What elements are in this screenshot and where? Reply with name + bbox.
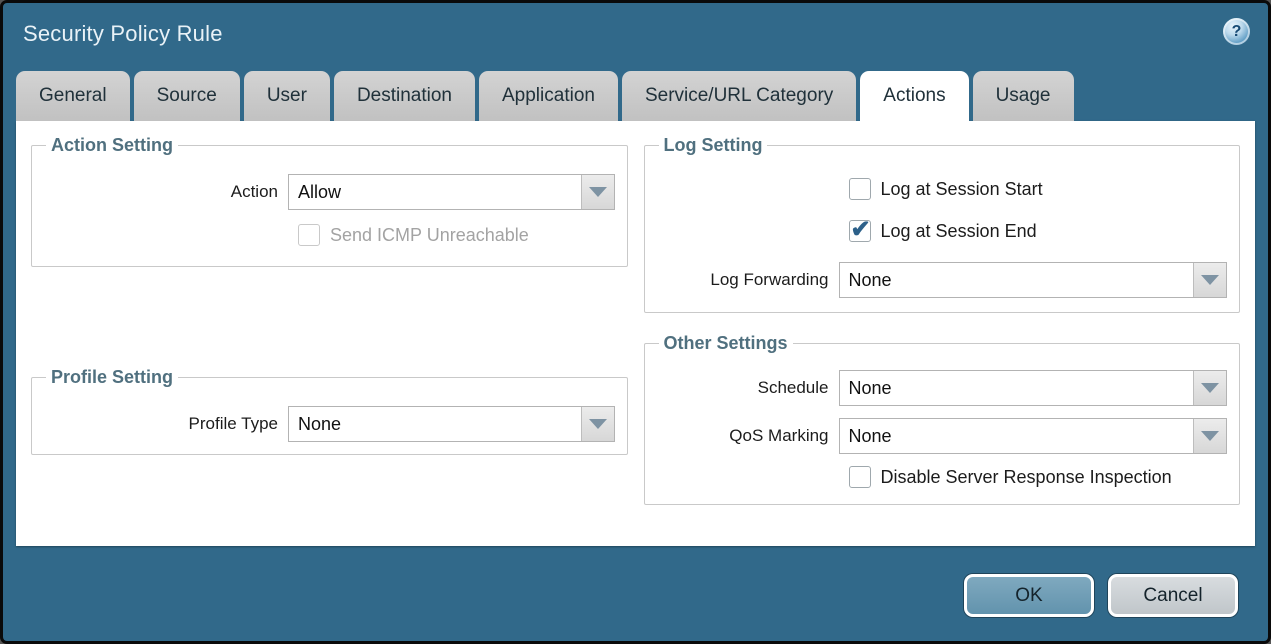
tab-source[interactable]: Source xyxy=(134,71,240,121)
action-dropdown-value: Allow xyxy=(289,175,581,209)
qos-marking-dropdown[interactable]: None xyxy=(839,418,1228,454)
chevron-down-icon xyxy=(1201,275,1219,285)
log-at-session-start-checkbox[interactable] xyxy=(849,178,871,200)
action-label: Action xyxy=(40,182,288,202)
tab-actions[interactable]: Actions xyxy=(860,71,968,121)
title-bar: Security Policy Rule ? xyxy=(3,3,1268,65)
disable-server-response-inspection-checkbox[interactable] xyxy=(849,466,871,488)
log-forwarding-dropdown-arrow[interactable] xyxy=(1193,263,1226,297)
tab-user[interactable]: User xyxy=(244,71,330,121)
log-setting-group: Log Setting Log at Session Start Log at … xyxy=(644,135,1241,313)
action-dropdown-arrow[interactable] xyxy=(581,175,614,209)
schedule-label: Schedule xyxy=(653,378,839,398)
schedule-dropdown-arrow[interactable] xyxy=(1193,371,1226,405)
log-session-end-row: Log at Session End xyxy=(653,220,1228,242)
dialog-footer: OK Cancel xyxy=(3,546,1268,617)
dsri-row: Disable Server Response Inspection xyxy=(653,466,1228,488)
other-settings-legend: Other Settings xyxy=(659,333,793,354)
right-column: Log Setting Log at Session Start Log at … xyxy=(644,135,1241,546)
cancel-button[interactable]: Cancel xyxy=(1108,574,1238,617)
profile-type-dropdown[interactable]: None xyxy=(288,406,615,442)
log-forwarding-dropdown-value: None xyxy=(840,263,1194,297)
disable-server-response-inspection-label[interactable]: Disable Server Response Inspection xyxy=(881,467,1172,488)
log-at-session-end-checkbox[interactable] xyxy=(849,220,871,242)
tab-usage[interactable]: Usage xyxy=(973,71,1074,121)
schedule-row: Schedule None xyxy=(653,370,1228,406)
profile-type-dropdown-value: None xyxy=(289,407,581,441)
profile-type-label: Profile Type xyxy=(40,414,288,434)
profile-setting-group: Profile Setting Profile Type None xyxy=(31,367,628,455)
qos-marking-dropdown-arrow[interactable] xyxy=(1193,419,1226,453)
actions-tab-panel: Action Setting Action Allow Send ICMP Un… xyxy=(16,121,1255,546)
qos-marking-dropdown-value: None xyxy=(840,419,1194,453)
send-icmp-unreachable-label: Send ICMP Unreachable xyxy=(330,225,529,246)
tab-destination[interactable]: Destination xyxy=(334,71,475,121)
tab-service-url-category[interactable]: Service/URL Category xyxy=(622,71,856,121)
chevron-down-icon xyxy=(589,419,607,429)
help-icon[interactable]: ? xyxy=(1223,18,1250,45)
log-setting-legend: Log Setting xyxy=(659,135,768,156)
send-icmp-unreachable-checkbox xyxy=(298,224,320,246)
tab-bar: General Source User Destination Applicat… xyxy=(16,71,1255,121)
action-setting-group: Action Setting Action Allow Send ICMP Un… xyxy=(31,135,628,267)
schedule-dropdown-value: None xyxy=(840,371,1194,405)
log-at-session-end-label[interactable]: Log at Session End xyxy=(881,221,1037,242)
dialog-title: Security Policy Rule xyxy=(23,21,223,47)
chevron-down-icon xyxy=(1201,383,1219,393)
log-session-start-row: Log at Session Start xyxy=(653,178,1228,200)
qos-marking-row: QoS Marking None xyxy=(653,418,1228,454)
profile-type-row: Profile Type None xyxy=(40,406,615,442)
profile-type-dropdown-arrow[interactable] xyxy=(581,407,614,441)
tab-application[interactable]: Application xyxy=(479,71,618,121)
action-setting-legend: Action Setting xyxy=(46,135,178,156)
chevron-down-icon xyxy=(589,187,607,197)
action-row: Action Allow xyxy=(40,174,615,210)
action-dropdown[interactable]: Allow xyxy=(288,174,615,210)
ok-button[interactable]: OK xyxy=(964,574,1094,617)
profile-setting-legend: Profile Setting xyxy=(46,367,178,388)
log-forwarding-row: Log Forwarding None xyxy=(653,262,1228,298)
other-settings-group: Other Settings Schedule None QoS Marking… xyxy=(644,333,1241,505)
left-column: Action Setting Action Allow Send ICMP Un… xyxy=(31,135,628,546)
qos-marking-label: QoS Marking xyxy=(653,426,839,446)
log-forwarding-dropdown[interactable]: None xyxy=(839,262,1228,298)
chevron-down-icon xyxy=(1201,431,1219,441)
log-at-session-start-label[interactable]: Log at Session Start xyxy=(881,179,1043,200)
schedule-dropdown[interactable]: None xyxy=(839,370,1228,406)
tab-general[interactable]: General xyxy=(16,71,130,121)
log-forwarding-label: Log Forwarding xyxy=(653,270,839,290)
send-icmp-row: Send ICMP Unreachable xyxy=(40,224,615,246)
security-policy-rule-dialog: Security Policy Rule ? General Source Us… xyxy=(0,0,1271,644)
